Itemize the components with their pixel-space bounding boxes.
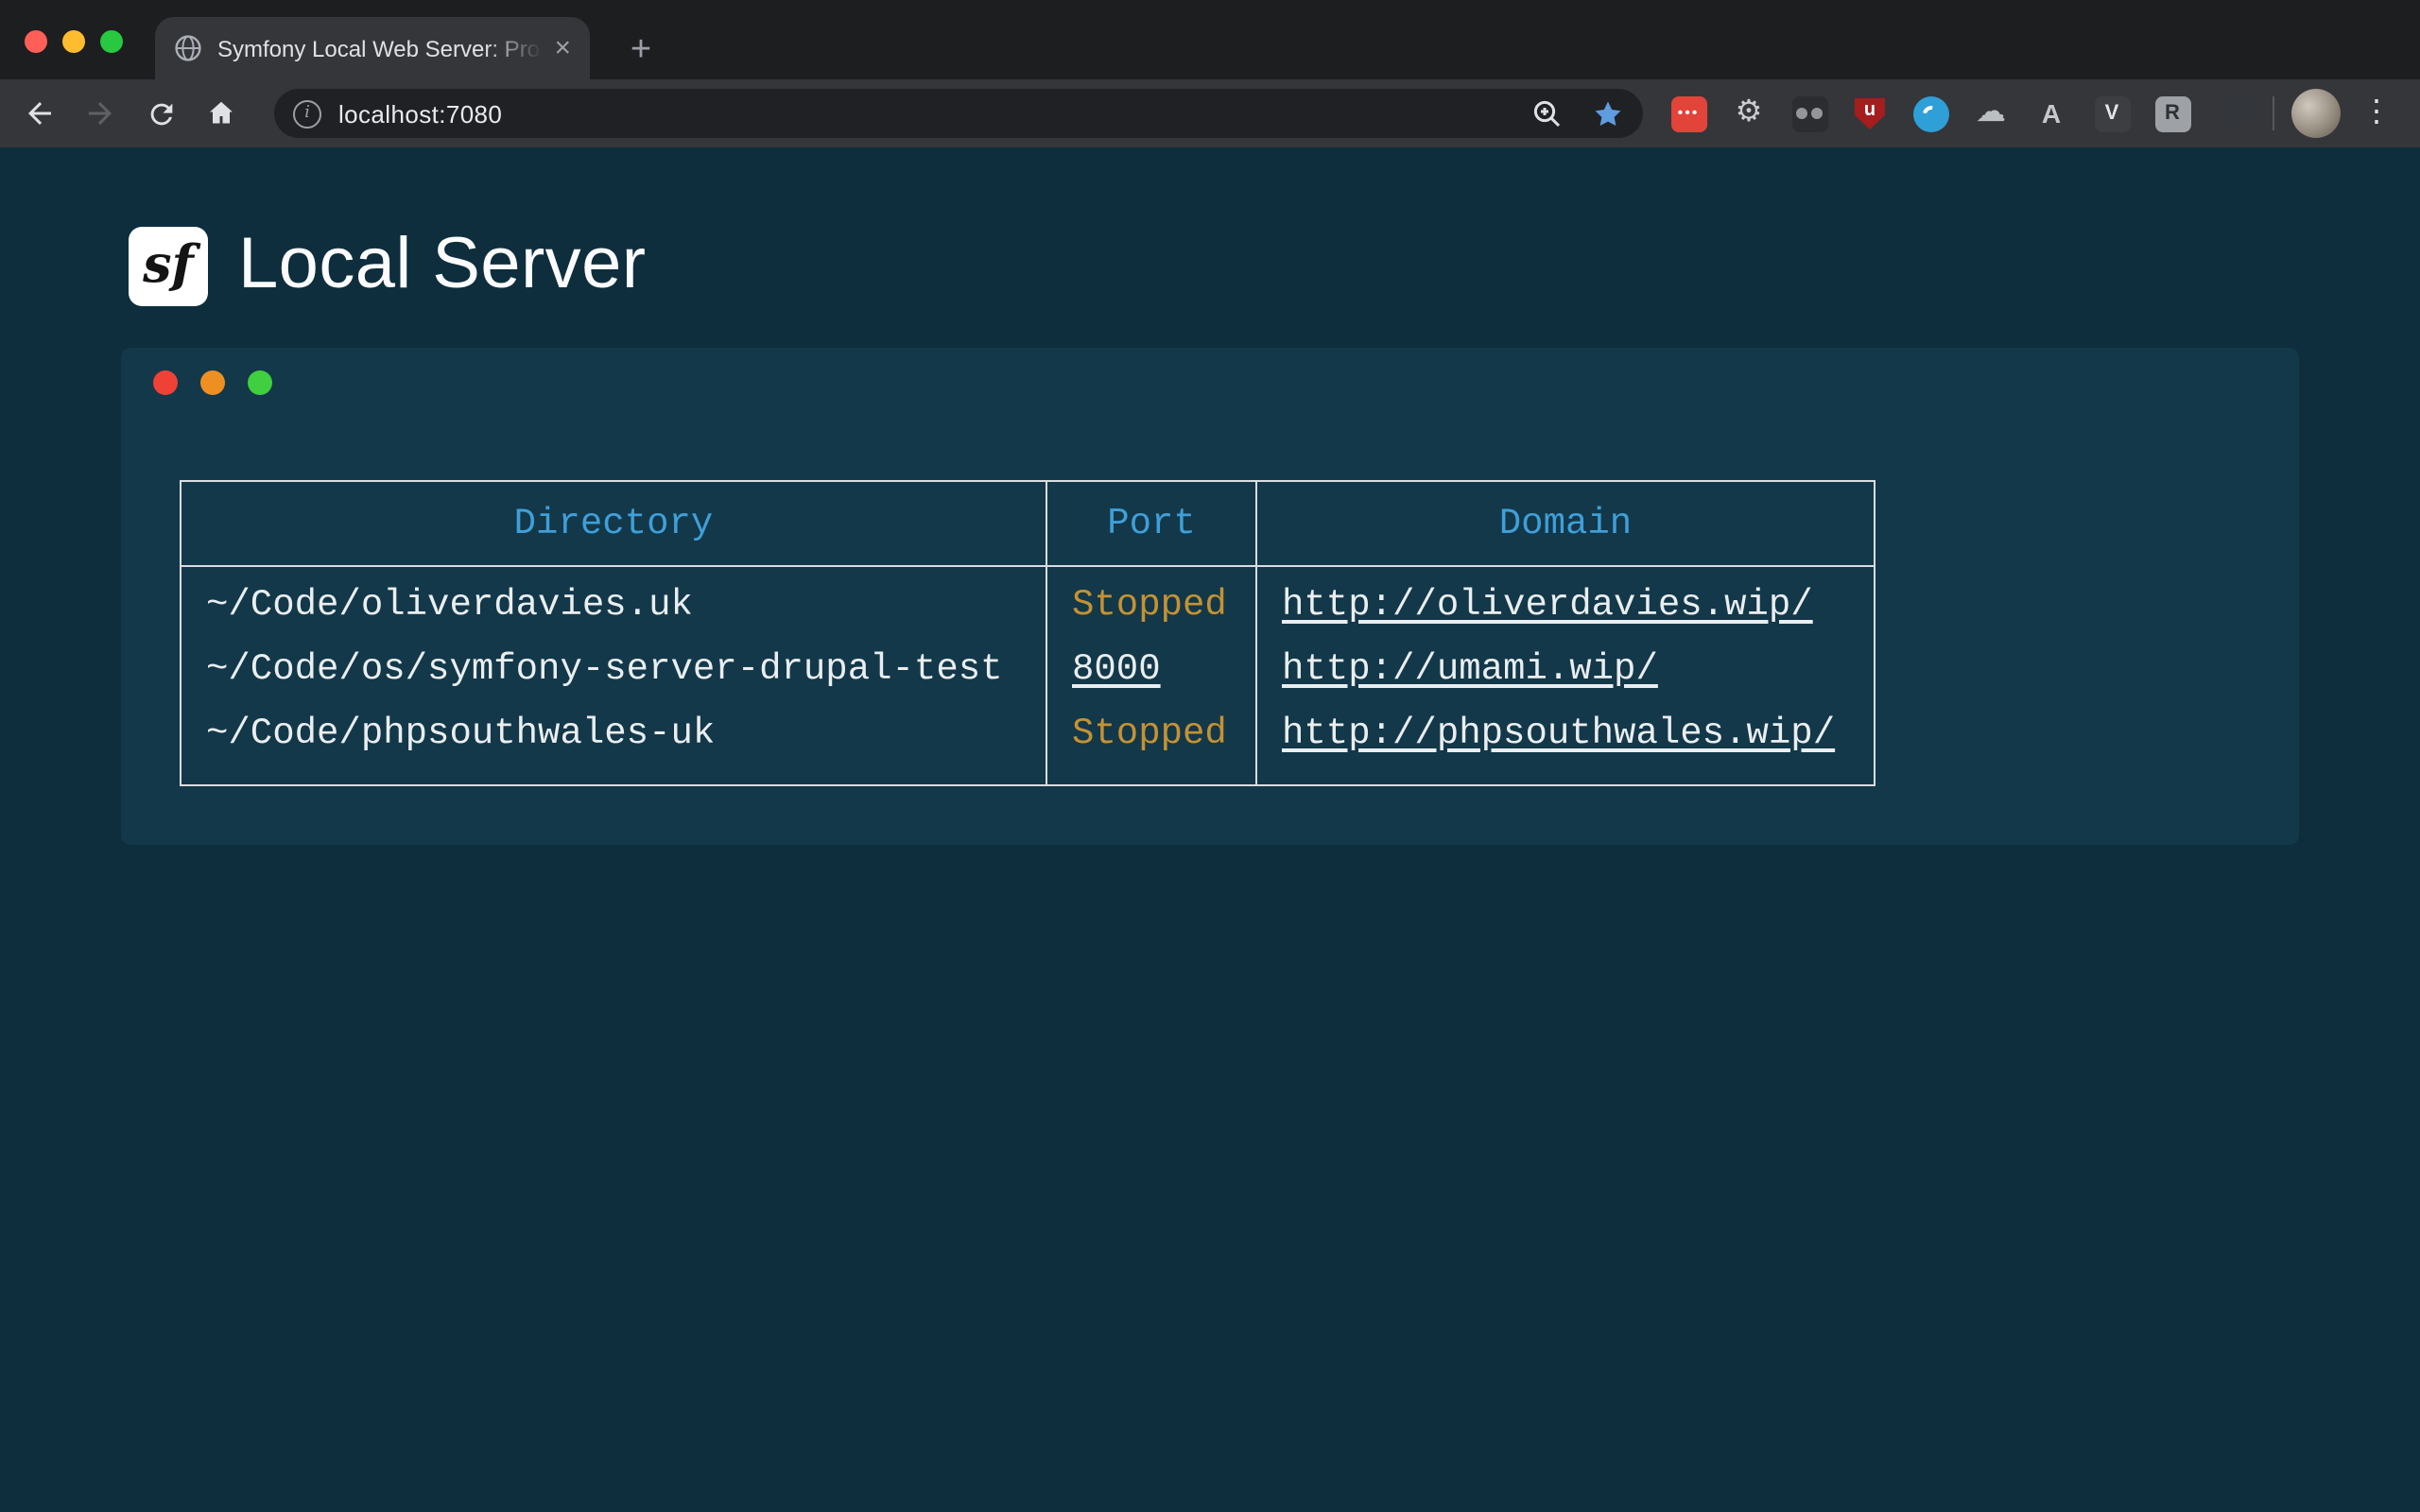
forward-arrow-icon	[83, 96, 117, 130]
tab-strip: Symfony Local Web Server: Prox × +	[0, 0, 2420, 79]
extension-cloud-icon[interactable]: ☁	[1968, 91, 2014, 136]
site-header: sf Local Server	[129, 225, 646, 306]
toolbar-right: ••• ⚙ u ☁ A	[1666, 79, 2395, 147]
extension-ublock-icon[interactable]: u	[1847, 91, 1893, 136]
new-tab-button[interactable]: +	[618, 26, 664, 72]
domain-link[interactable]: http://umami.wip/	[1282, 648, 1658, 690]
terminal-panel: Directory Port Domain ~/Code/oliverdavie…	[121, 348, 2299, 845]
home-icon	[204, 96, 238, 130]
table-header-row: Directory Port Domain	[181, 481, 1875, 566]
window-controls	[25, 30, 123, 53]
zoom-level-icon[interactable]	[1531, 98, 1562, 129]
bookmark-star-icon[interactable]	[1592, 97, 1624, 129]
directory-cell: ~/Code/phpsouthwales-uk	[181, 701, 1046, 785]
terminal-dot-red-icon	[153, 370, 178, 395]
back-arrow-icon	[23, 96, 57, 130]
site-info-icon[interactable]: i	[293, 99, 321, 128]
address-bar[interactable]: i localhost:7080	[274, 89, 1643, 138]
extension-red-dots-icon[interactable]: •••	[1666, 91, 1711, 136]
github-octocat-icon[interactable]	[2210, 91, 2256, 136]
globe-favicon-icon	[174, 34, 202, 62]
forward-button[interactable]	[74, 87, 127, 140]
window-zoom-button[interactable]	[100, 30, 123, 53]
column-header-domain: Domain	[1256, 481, 1875, 566]
extension-r-icon[interactable]: R	[2150, 91, 2195, 136]
browser-menu-icon[interactable]: ⋮	[2358, 98, 2395, 129]
extension-v-icon[interactable]: V	[2089, 91, 2135, 136]
page-content: sf Local Server Directory Port	[0, 147, 2420, 1512]
url-text[interactable]: localhost:7080	[338, 99, 502, 128]
page-title: Local Server	[238, 225, 646, 306]
port-status: Stopped	[1072, 713, 1227, 754]
browser-tab[interactable]: Symfony Local Web Server: Prox ×	[155, 17, 590, 79]
symfony-logo: sf	[129, 226, 208, 305]
profile-avatar[interactable]	[2291, 89, 2341, 138]
extension-dark-gear-icon[interactable]	[1787, 91, 1832, 136]
extension-blue-circle-icon[interactable]	[1908, 91, 1953, 136]
home-button[interactable]	[195, 87, 248, 140]
terminal-window-dots	[153, 370, 272, 395]
table-row: ~/Code/phpsouthwales-uk Stopped http://p…	[181, 701, 1875, 785]
directory-cell: ~/Code/oliverdavies.uk	[181, 566, 1046, 637]
toolbar-separator	[2273, 96, 2274, 130]
nav-buttons	[13, 79, 248, 147]
tab-title: Symfony Local Web Server: Prox	[217, 35, 543, 61]
port-status: Stopped	[1072, 584, 1227, 626]
extension-icons: ••• ⚙ u ☁ A	[1666, 91, 2256, 136]
extension-gear-icon[interactable]: ⚙	[1726, 91, 1772, 136]
directory-cell: ~/Code/os/symfony-server-drupal-test	[181, 637, 1046, 701]
browser-window: Symfony Local Web Server: Prox × +	[0, 0, 2420, 1512]
terminal-dot-green-icon	[248, 370, 272, 395]
table-row: ~/Code/oliverdavies.uk Stopped http://ol…	[181, 566, 1875, 637]
browser-toolbar: i localhost:7080 •••	[0, 79, 2420, 147]
server-table: Directory Port Domain ~/Code/oliverdavie…	[180, 480, 1876, 786]
column-header-directory: Directory	[181, 481, 1046, 566]
table-row: ~/Code/os/symfony-server-drupal-test 800…	[181, 637, 1875, 701]
domain-link[interactable]: http://phpsouthwales.wip/	[1282, 713, 1835, 754]
window-close-button[interactable]	[25, 30, 47, 53]
back-button[interactable]	[13, 87, 66, 140]
terminal-dot-orange-icon	[200, 370, 225, 395]
extension-letter-a-icon[interactable]: A	[2029, 91, 2074, 136]
domain-link[interactable]: http://oliverdavies.wip/	[1282, 584, 1813, 626]
tab-close-icon[interactable]: ×	[554, 34, 571, 62]
column-header-port: Port	[1046, 481, 1256, 566]
port-link[interactable]: 8000	[1072, 648, 1161, 690]
window-minimize-button[interactable]	[62, 30, 85, 53]
reload-icon	[145, 97, 177, 129]
reload-button[interactable]	[134, 87, 187, 140]
